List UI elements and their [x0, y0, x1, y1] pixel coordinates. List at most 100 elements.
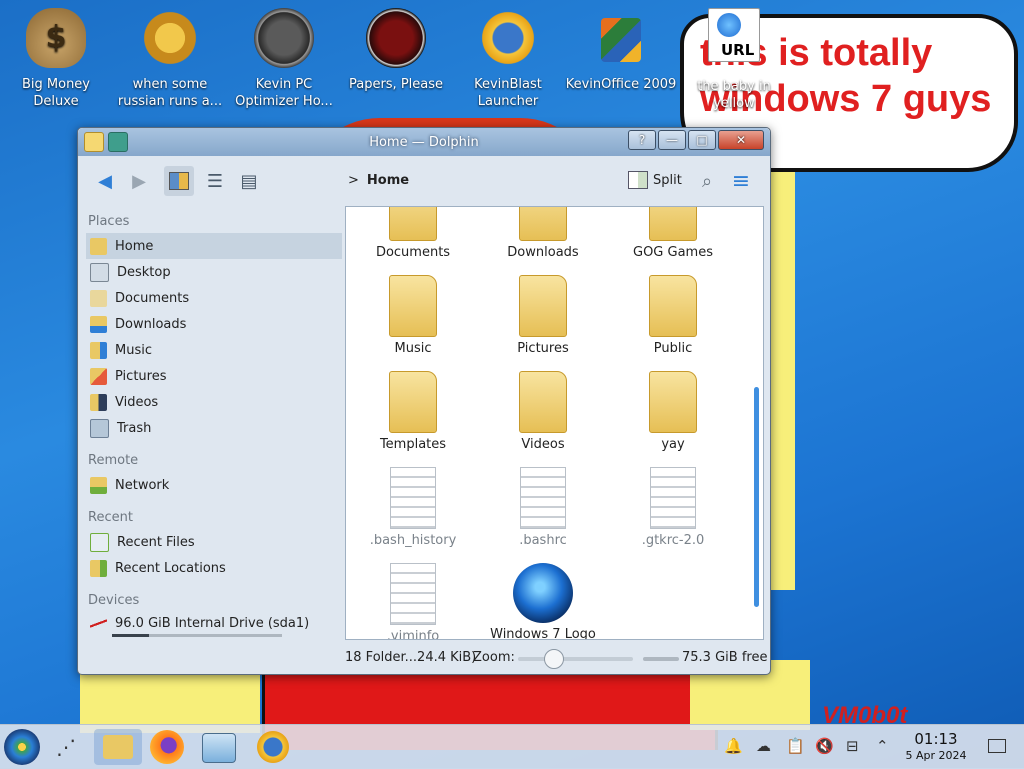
places-item-drive[interactable]: 96.0 GiB Internal Drive (sda1) — [86, 612, 342, 634]
home-folder-icon — [90, 237, 107, 255]
file-item-downloads[interactable]: Downloads — [478, 207, 608, 260]
free-space-label: 75.3 GiB free — [682, 650, 768, 665]
file-view[interactable]: Documents Downloads GOG Games Music Pictures… — [345, 206, 764, 640]
free-space-bar — [643, 657, 679, 661]
desktop-icon — [90, 262, 109, 282]
url-shortcut-icon: URL — [708, 8, 760, 62]
file-item-label: Videos — [521, 437, 565, 452]
desktop-icon-pc-optimizer[interactable]: Kevin PC Optimizer Ho... — [228, 8, 340, 110]
desktop-icon-kevinblast[interactable]: KevinBlast Launcher — [452, 8, 564, 110]
places-item-desktop[interactable]: Desktop — [86, 259, 342, 285]
desktop-icon-baby-in-yellow[interactable]: URL the baby in yellow — [678, 8, 790, 112]
places-item-recent-locations[interactable]: Recent Locations — [86, 555, 342, 581]
downloads-icon — [90, 315, 107, 333]
dolphin-taskbar-button[interactable] — [94, 729, 142, 765]
clock[interactable]: 01:13 5 Apr 2024 — [896, 731, 976, 764]
system-monitor-icon[interactable] — [202, 733, 236, 763]
places-item-trash[interactable]: Trash — [86, 415, 342, 441]
file-item-public[interactable]: Public — [608, 275, 738, 356]
close-button[interactable]: ✕ — [718, 130, 764, 150]
folder-icon — [519, 371, 567, 433]
compact-view-button[interactable]: ☰ — [200, 166, 230, 196]
file-item-templates[interactable]: Templates — [348, 371, 478, 452]
back-button[interactable]: ◀ — [90, 166, 120, 196]
file-item-label: Downloads — [507, 245, 579, 260]
file-item-bash-history[interactable]: .bash_history — [348, 467, 478, 548]
desktop-icon-kevinoffice[interactable]: KevinOffice 2009 — [565, 8, 677, 93]
split-button[interactable]: Split — [628, 171, 682, 189]
compact-view-icon: ☰ — [206, 170, 224, 192]
folder-icon — [649, 207, 697, 241]
file-item-viminfo[interactable]: .viminfo — [348, 563, 478, 639]
weather-icon[interactable]: ☁ — [756, 737, 771, 755]
file-item-pictures[interactable]: Pictures — [478, 275, 608, 356]
places-item-recent-files[interactable]: Recent Files — [86, 529, 342, 555]
folder-icon — [389, 275, 437, 337]
status-bar: 18 Folder...24.4 KiB) Zoom: 75.3 GiB fre… — [78, 640, 770, 674]
show-desktop-icon[interactable] — [988, 739, 1006, 753]
gear-icon — [140, 8, 200, 68]
file-item-yay[interactable]: yay — [608, 371, 738, 452]
file-item-bashrc[interactable]: .bashrc — [478, 467, 608, 548]
recent-files-icon — [90, 532, 109, 552]
folder-icon — [649, 371, 697, 433]
folder-icon — [389, 207, 437, 241]
text-file-icon — [520, 467, 566, 529]
hamburger-menu-button[interactable]: ≡ — [726, 166, 756, 196]
places-item-network[interactable]: Network — [86, 472, 342, 498]
maximize-button[interactable]: □ — [688, 130, 716, 150]
desktop-icon-russian[interactable]: when some russian runs a... — [114, 8, 226, 110]
file-item-videos[interactable]: Videos — [478, 371, 608, 452]
places-item-documents[interactable]: Documents — [86, 285, 342, 311]
desktop-icon-big-money[interactable]: $ Big Money Deluxe — [0, 8, 112, 110]
volume-muted-icon[interactable]: 🔇 — [815, 737, 834, 755]
breadcrumb-home[interactable]: Home — [367, 173, 409, 188]
firefox-icon[interactable] — [150, 730, 184, 764]
file-item-music[interactable]: Music — [348, 275, 478, 356]
vertical-scrollbar[interactable] — [754, 387, 759, 607]
keyboard-layout-icon[interactable]: ⊟ — [846, 737, 859, 755]
desktop-icon-label: the baby in yellow — [697, 79, 771, 111]
file-item-label: .bashrc — [519, 533, 567, 548]
places-item-label: Recent Locations — [115, 560, 226, 576]
status-summary: 18 Folder...24.4 KiB) — [345, 650, 477, 665]
desktop-icon-papers-please[interactable]: Papers, Please — [340, 8, 452, 93]
file-item-label: Public — [653, 341, 693, 356]
file-item-documents[interactable]: Documents — [348, 207, 478, 260]
forward-button[interactable]: ▶ — [124, 166, 154, 196]
file-item-label: Documents — [375, 245, 451, 260]
share-icon[interactable]: ⋰ — [48, 729, 84, 765]
notifications-icon[interactable]: 🔔 — [724, 737, 743, 755]
places-item-home[interactable]: Home — [86, 233, 342, 259]
minimize-button[interactable]: — — [658, 130, 686, 150]
places-item-label: Recent Files — [117, 534, 195, 550]
pictures-icon — [90, 367, 107, 385]
file-item-windows-7-logo[interactable]: Windows 7 Logo — [478, 563, 608, 639]
details-view-button[interactable]: ▤ — [234, 166, 264, 196]
search-button[interactable]: ⌕ — [692, 166, 722, 196]
start-orb-icon[interactable] — [4, 729, 40, 765]
network-icon — [90, 476, 107, 494]
videos-icon — [90, 393, 107, 411]
clipboard-icon[interactable]: 📋 — [786, 737, 805, 755]
icons-view-button[interactable] — [164, 166, 194, 196]
places-item-music[interactable]: Music — [86, 337, 342, 363]
back-arrow-icon: ◀ — [98, 170, 112, 192]
folder-icon — [519, 207, 567, 241]
zoom-slider-handle[interactable] — [544, 649, 564, 669]
places-item-pictures[interactable]: Pictures — [86, 363, 342, 389]
help-button[interactable]: ? — [628, 130, 656, 150]
window-titlebar[interactable]: Home — Dolphin ? — □ ✕ — [78, 128, 770, 156]
breadcrumb[interactable]: > Home — [348, 173, 409, 188]
file-item-gtkrc-2-0[interactable]: .gtkrc-2.0 — [608, 467, 738, 548]
file-item-gog-games[interactable]: GOG Games — [608, 207, 738, 260]
chevron-up-icon[interactable]: ⌃ — [876, 737, 889, 755]
blast-launcher-taskbar-icon[interactable] — [254, 729, 292, 765]
places-item-label: Videos — [115, 394, 159, 410]
places-item-downloads[interactable]: Downloads — [86, 311, 342, 337]
zoom-slider[interactable] — [518, 657, 633, 661]
places-item-label: Home — [115, 238, 154, 254]
clock-date: 5 Apr 2024 — [905, 749, 967, 762]
documents-icon — [90, 289, 107, 307]
places-item-videos[interactable]: Videos — [86, 389, 342, 415]
